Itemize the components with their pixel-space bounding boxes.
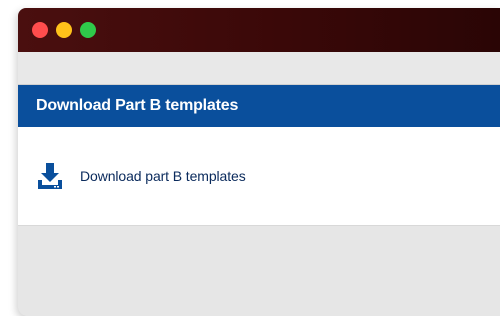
maximize-window-button[interactable]: [80, 22, 96, 38]
download-icon: [36, 161, 64, 191]
app-window: Download Part B templates Download part …: [18, 8, 500, 316]
window-titlebar: [18, 8, 500, 52]
download-link-label: Download part B templates: [80, 168, 246, 184]
panel-title: Download Part B templates: [36, 97, 239, 114]
toolbar-strip: [18, 52, 500, 84]
minimize-window-button[interactable]: [56, 22, 72, 38]
download-templates-link[interactable]: Download part B templates: [36, 161, 246, 191]
window-content-background: [18, 226, 500, 316]
panel-header: Download Part B templates: [18, 85, 500, 127]
panel-body: Download part B templates: [18, 127, 500, 226]
download-panel: Download Part B templates Download part …: [18, 84, 500, 226]
close-window-button[interactable]: [32, 22, 48, 38]
